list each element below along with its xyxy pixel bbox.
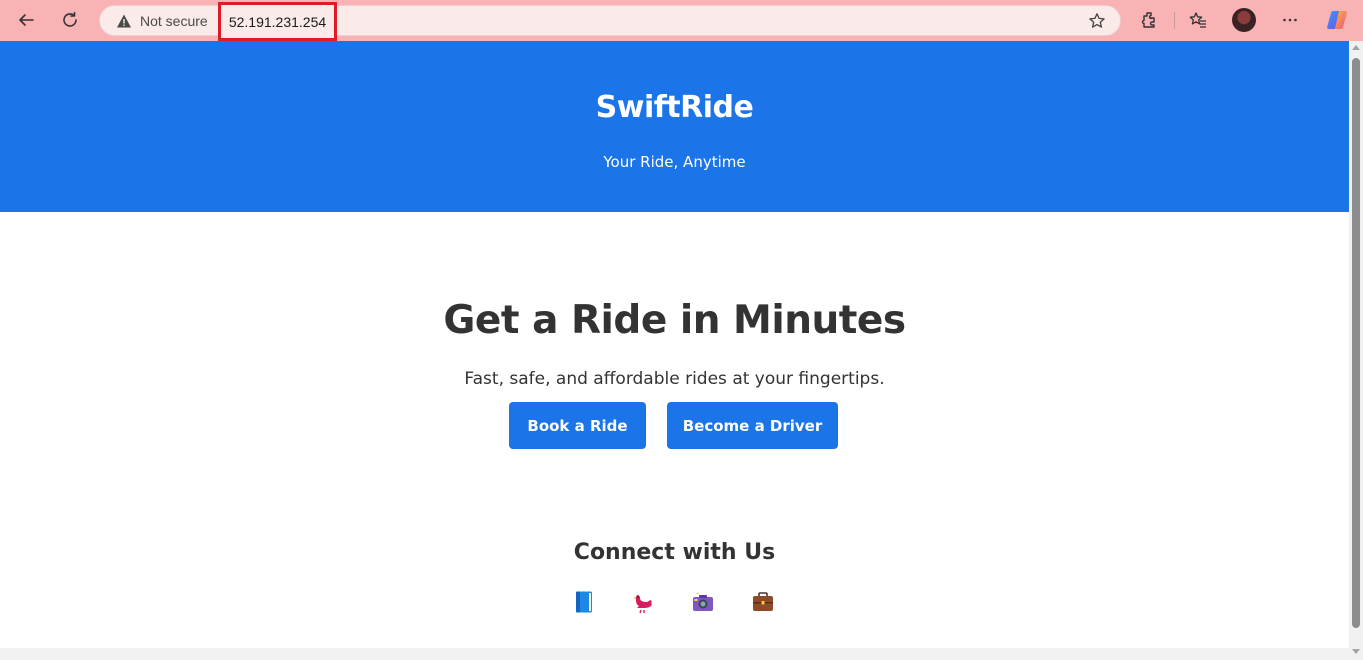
hero-heading: Get a Ride in Minutes (443, 298, 906, 343)
refresh-icon (63, 11, 77, 27)
book-a-ride-button[interactable]: Book a Ride (509, 402, 646, 449)
more-button[interactable] (1279, 9, 1301, 31)
bird-icon (633, 595, 652, 614)
hero-subheading: Fast, safe, and affordable rides at your… (464, 369, 885, 389)
become-a-driver-button[interactable]: Become a Driver (667, 402, 838, 449)
scroll-thumb[interactable] (1352, 58, 1360, 628)
site-header: SwiftRide Your Ride, Anytime (0, 41, 1349, 212)
brand-tagline: Your Ride, Anytime (603, 153, 746, 171)
back-button[interactable] (11, 5, 41, 35)
social-link-book[interactable] (571, 589, 597, 615)
social-link-camera[interactable] (690, 589, 716, 615)
social-link-bird[interactable] (631, 589, 657, 615)
vertical-scrollbar[interactable] (1349, 41, 1363, 660)
url-highlight[interactable]: 52.191.231.254 (218, 2, 337, 41)
briefcase-icon (753, 592, 773, 611)
web-page: SwiftRide Your Ride, Anytime Get a Ride … (0, 41, 1349, 660)
favorite-star-icon[interactable] (1088, 12, 1106, 30)
refresh-button[interactable] (55, 5, 85, 35)
camera-icon (693, 592, 713, 611)
warning-icon (117, 14, 131, 28)
connect-heading: Connect with Us (573, 540, 776, 565)
browser-toolbar: Not secure 52.191.231.254 (0, 0, 1363, 41)
favorites-icon (1189, 12, 1206, 28)
copilot-icon[interactable] (1325, 8, 1349, 32)
profile-avatar[interactable] (1232, 8, 1256, 32)
extensions-icon (1141, 12, 1155, 28)
extensions-button[interactable] (1138, 9, 1160, 31)
security-status[interactable]: Not secure (140, 13, 208, 29)
address-bar[interactable]: Not secure 52.191.231.254 (99, 2, 1121, 41)
book-icon (576, 591, 592, 613)
social-link-briefcase[interactable] (750, 589, 776, 615)
scroll-down-arrow[interactable] (1352, 649, 1360, 654)
brand-title: SwiftRide (595, 90, 754, 125)
scroll-up-arrow[interactable] (1352, 45, 1360, 50)
footer (0, 648, 1349, 660)
more-icon (1283, 18, 1297, 22)
back-icon (19, 14, 34, 26)
toolbar-divider (1174, 12, 1175, 29)
url-text[interactable]: 52.191.231.254 (229, 14, 326, 30)
favorites-button[interactable] (1187, 9, 1209, 31)
